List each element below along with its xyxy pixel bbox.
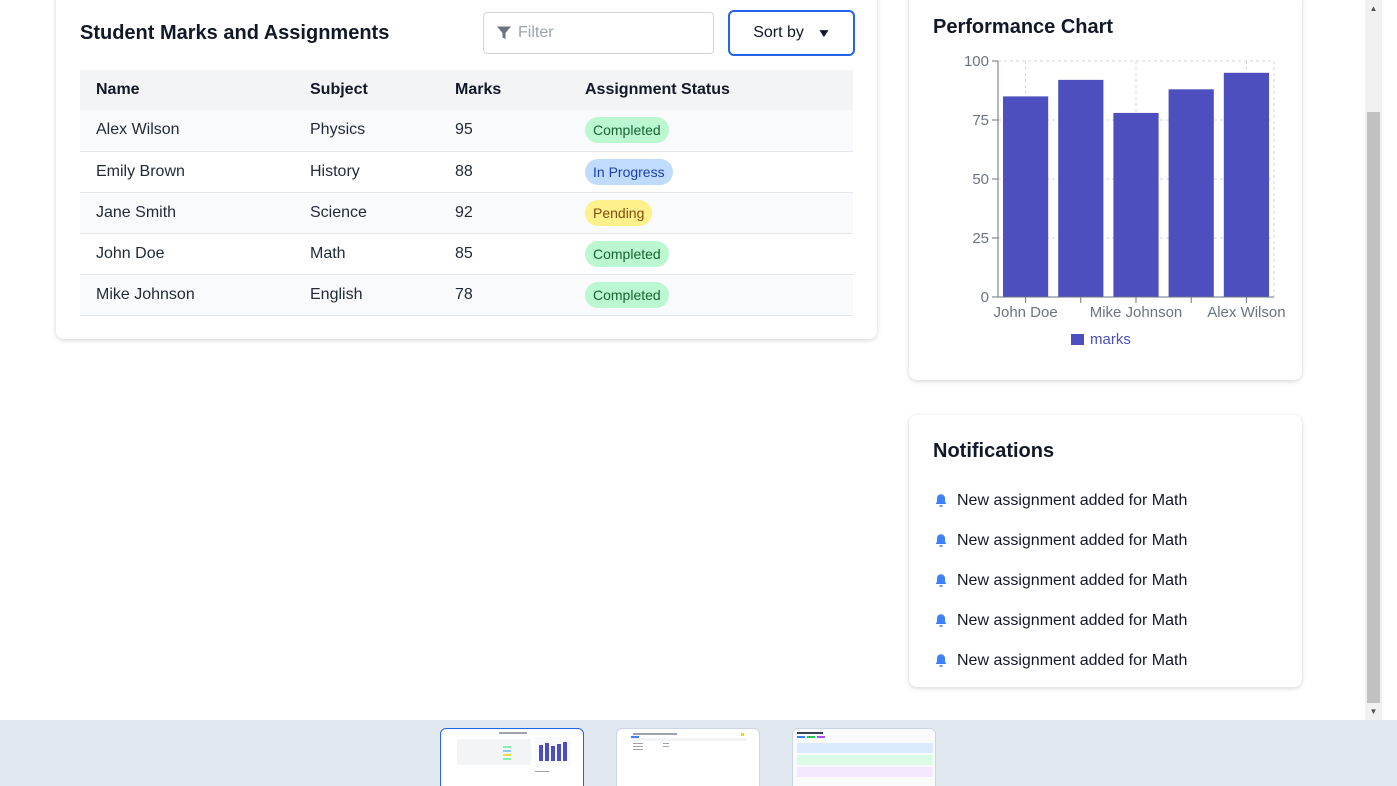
- status-badge: Completed: [585, 281, 669, 308]
- cell-status: Completed: [569, 110, 853, 152]
- cell-status: In Progress: [569, 151, 853, 193]
- table-header-row: Name Subject Marks Assignment Status: [80, 70, 853, 110]
- notifications-title: Notifications: [933, 440, 1055, 462]
- bell-icon: [935, 654, 947, 667]
- cell-marks: 85: [439, 233, 569, 275]
- cell-subject: History: [294, 151, 439, 193]
- notification-text: New assignment added for Math: [957, 532, 1188, 549]
- status-badge: In Progress: [585, 158, 673, 185]
- table-row[interactable]: Emily Brown History 88 In Progress: [80, 151, 853, 193]
- marks-card-title: Student Marks and Assignments: [80, 22, 390, 44]
- notification-item: New assignment added for Math: [933, 521, 1187, 561]
- bell-icon: [935, 494, 947, 507]
- bar-mike-johnson: [1113, 112, 1159, 297]
- column-header-subject[interactable]: Subject: [294, 70, 439, 110]
- notification-item: New assignment added for Math: [933, 641, 1187, 681]
- cell-status: Pending: [569, 192, 853, 234]
- performance-chart: 0 25 50 75 100 John Doe Mike Johnson Alex Wilso…: [964, 53, 1286, 348]
- x-tick-label: Alex Wilson: [1207, 304, 1285, 321]
- column-header-name[interactable]: Name: [80, 70, 294, 110]
- cell-status: Completed: [569, 274, 853, 316]
- cell-name: Mike Johnson: [80, 274, 294, 316]
- notification-text: New assignment added for Math: [957, 652, 1188, 669]
- cell-name: Jane Smith: [80, 192, 294, 234]
- bell-icon: [935, 534, 947, 547]
- thumbnail-3-image: [793, 729, 935, 786]
- cell-name: Alex Wilson: [80, 110, 294, 152]
- table-row[interactable]: Mike Johnson English 78 Completed: [80, 274, 853, 316]
- status-badge: Completed: [585, 117, 669, 144]
- scroll-up-arrow-icon[interactable]: ▲: [1365, 0, 1382, 17]
- chevron-down-icon: ▼: [816, 26, 832, 40]
- thumbnail-2-image: [631, 733, 747, 750]
- notification-item: New assignment added for Math: [933, 561, 1187, 601]
- bar-john-doe: [1003, 96, 1049, 298]
- performance-chart-card: Performance Chart 0 25 50 75 100 John Doe Mike…: [909, 0, 1302, 380]
- cell-marks: 78: [439, 274, 569, 316]
- y-tick-label: 50: [972, 171, 989, 188]
- y-tick-label: 75: [972, 112, 989, 129]
- filter-icon: [497, 26, 511, 39]
- cell-status: Completed: [569, 233, 853, 275]
- notification-item: New assignment added for Math: [933, 481, 1187, 521]
- preview-thumbnail-3[interactable]: [792, 728, 936, 786]
- cell-marks: 95: [439, 110, 569, 152]
- notification-text: New assignment added for Math: [957, 492, 1188, 509]
- bell-icon: [935, 574, 947, 587]
- status-badge: Pending: [585, 199, 653, 226]
- legend-label: marks: [1090, 331, 1131, 348]
- scroll-down-arrow-icon[interactable]: ▼: [1365, 703, 1382, 720]
- cell-subject: Science: [294, 192, 439, 234]
- table-row[interactable]: Jane Smith Science 92 Pending: [80, 192, 853, 234]
- cell-marks: 92: [439, 192, 569, 234]
- marks-card: Student Marks and Assignments Sort by ▼ …: [56, 0, 877, 339]
- marks-table: Name Subject Marks Assignment Status Ale…: [80, 70, 853, 316]
- preview-thumbnail-1[interactable]: [440, 728, 584, 786]
- cell-name: Emily Brown: [80, 151, 294, 193]
- notification-text: New assignment added for Math: [957, 612, 1188, 629]
- legend-swatch: [1071, 334, 1084, 345]
- column-header-status[interactable]: Assignment Status: [569, 70, 853, 110]
- column-header-marks[interactable]: Marks: [439, 70, 569, 110]
- cell-subject: Physics: [294, 110, 439, 152]
- x-tick-label: John Doe: [993, 304, 1057, 321]
- y-tick-label: 0: [981, 289, 989, 306]
- bar-alex-wilson: [1223, 72, 1269, 297]
- x-tick-label: Mike Johnson: [1090, 304, 1183, 321]
- preview-tray: [0, 720, 1397, 786]
- filter-input[interactable]: [518, 24, 708, 42]
- cell-subject: English: [294, 274, 439, 316]
- filter-field[interactable]: [483, 12, 714, 54]
- notifications-card: Notifications New assignment added for M…: [909, 415, 1302, 687]
- vertical-scrollbar[interactable]: ▲ ▼: [1365, 0, 1382, 720]
- cell-name: John Doe: [80, 233, 294, 275]
- y-tick-label: 25: [972, 230, 989, 247]
- table-row[interactable]: John Doe Math 85 Completed: [80, 233, 853, 275]
- status-badge: Completed: [585, 240, 669, 267]
- cell-subject: Math: [294, 233, 439, 275]
- bar-emily-brown: [1168, 89, 1214, 297]
- preview-thumbnail-2[interactable]: [616, 728, 760, 786]
- notification-item: New assignment added for Math: [933, 601, 1187, 641]
- bell-icon: [935, 614, 947, 627]
- thumbnail-1-image: [457, 732, 571, 772]
- bar-jane-smith: [1058, 79, 1104, 297]
- notifications-list: New assignment added for Math New assignm…: [933, 481, 1187, 681]
- cell-marks: 88: [439, 151, 569, 193]
- scrollbar-thumb[interactable]: [1367, 112, 1380, 703]
- sort-select-label: Sort by: [753, 24, 804, 41]
- sort-select[interactable]: Sort by ▼: [728, 10, 855, 56]
- notification-text: New assignment added for Math: [957, 572, 1188, 589]
- table-row[interactable]: Alex Wilson Physics 95 Completed: [80, 110, 853, 152]
- page: Student Marks and Assignments Sort by ▼ …: [0, 0, 1365, 720]
- y-tick-label: 100: [964, 53, 989, 70]
